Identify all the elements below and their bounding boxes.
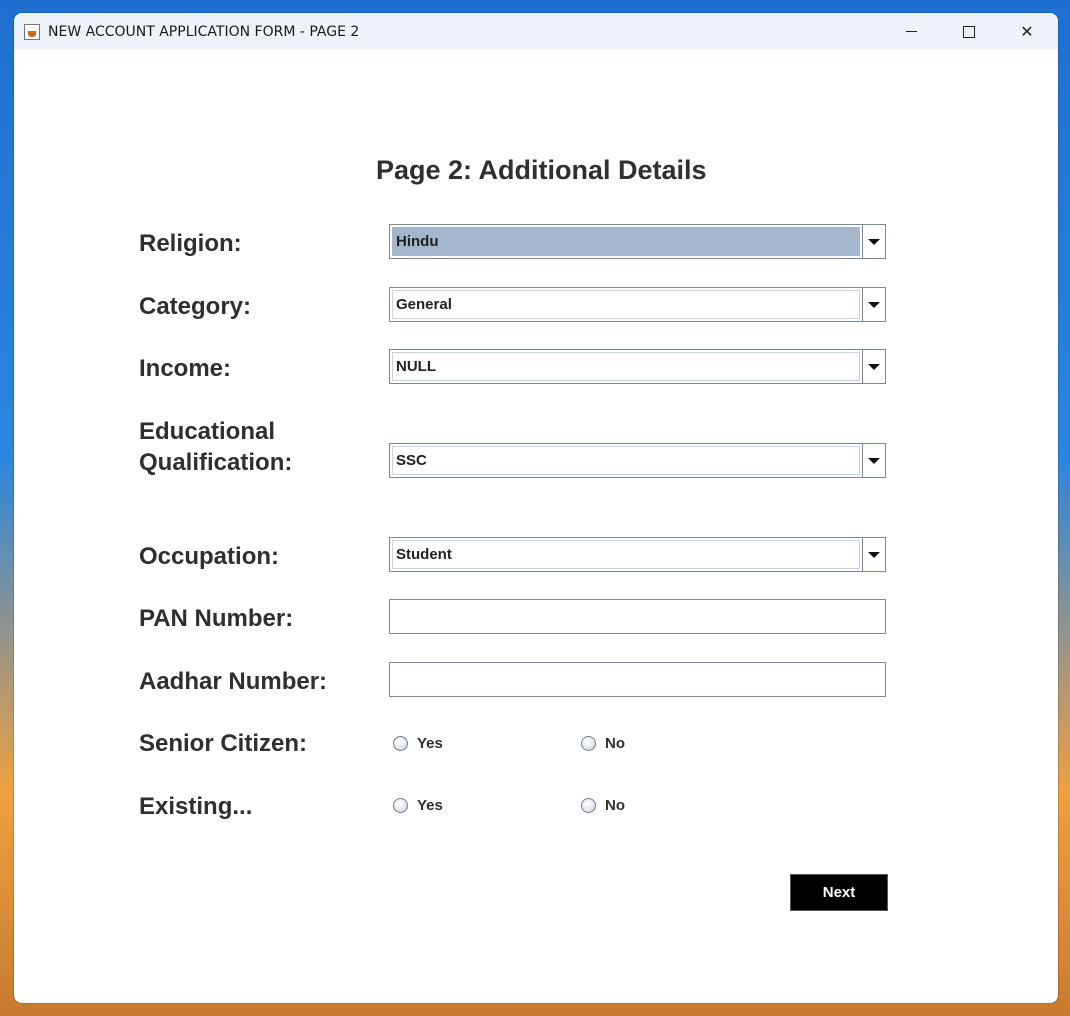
- window-title: NEW ACCOUNT APPLICATION FORM - PAGE 2: [48, 23, 360, 40]
- existing-yes-label: Yes: [417, 797, 443, 814]
- java-app-icon: [24, 23, 40, 40]
- senior-citizen-no-label: No: [605, 735, 625, 752]
- next-button[interactable]: Next: [790, 874, 888, 911]
- income-label: Income:: [139, 355, 232, 382]
- close-icon: ✕: [1020, 23, 1034, 41]
- occupation-label: Occupation:: [139, 543, 280, 570]
- radio-circle-icon[interactable]: [393, 736, 408, 751]
- occupation-dropdown[interactable]: Student: [389, 537, 886, 572]
- existing-label: Existing...: [139, 793, 253, 820]
- senior-citizen-yes-radio[interactable]: Yes: [393, 735, 443, 752]
- pan-input[interactable]: [389, 599, 886, 634]
- minimize-icon: [905, 31, 917, 32]
- category-value: General: [392, 290, 860, 319]
- chevron-down-icon[interactable]: [862, 350, 885, 383]
- maximize-icon: [963, 25, 975, 38]
- existing-yes-radio[interactable]: Yes: [393, 797, 443, 814]
- radio-circle-icon[interactable]: [393, 798, 408, 813]
- title-bar: NEW ACCOUNT APPLICATION FORM - PAGE 2 ✕: [14, 13, 1058, 50]
- aadhar-input[interactable]: [389, 662, 886, 697]
- education-value: SSC: [392, 446, 860, 475]
- radio-circle-icon[interactable]: [581, 798, 596, 813]
- existing-no-radio[interactable]: No: [581, 797, 625, 814]
- religion-dropdown[interactable]: Hindu: [389, 224, 886, 259]
- category-label: Category:: [139, 293, 252, 320]
- education-label-line1: Educational: [139, 418, 276, 445]
- senior-citizen-yes-label: Yes: [417, 735, 443, 752]
- occupation-value: Student: [392, 540, 860, 569]
- maximize-button[interactable]: [940, 13, 998, 50]
- minimize-button[interactable]: [882, 13, 940, 50]
- religion-label: Religion:: [139, 230, 242, 257]
- chevron-down-icon[interactable]: [862, 538, 885, 571]
- senior-citizen-label: Senior Citizen:: [139, 730, 308, 757]
- radio-circle-icon[interactable]: [581, 736, 596, 751]
- chevron-down-icon[interactable]: [862, 288, 885, 321]
- pan-label: PAN Number:: [139, 605, 294, 632]
- aadhar-label: Aadhar Number:: [139, 668, 328, 695]
- page-heading: Page 2: Additional Details: [376, 155, 707, 185]
- close-button[interactable]: ✕: [998, 13, 1056, 50]
- income-value: NULL: [392, 352, 860, 381]
- chevron-down-icon[interactable]: [862, 225, 885, 258]
- chevron-down-icon[interactable]: [862, 444, 885, 477]
- religion-value: Hindu: [392, 227, 860, 256]
- senior-citizen-no-radio[interactable]: No: [581, 735, 625, 752]
- application-window: NEW ACCOUNT APPLICATION FORM - PAGE 2 ✕ …: [14, 13, 1058, 1003]
- existing-no-label: No: [605, 797, 625, 814]
- education-dropdown[interactable]: SSC: [389, 443, 886, 478]
- category-dropdown[interactable]: General: [389, 287, 886, 322]
- education-label-line2: Qualification:: [139, 449, 293, 476]
- income-dropdown[interactable]: NULL: [389, 349, 886, 384]
